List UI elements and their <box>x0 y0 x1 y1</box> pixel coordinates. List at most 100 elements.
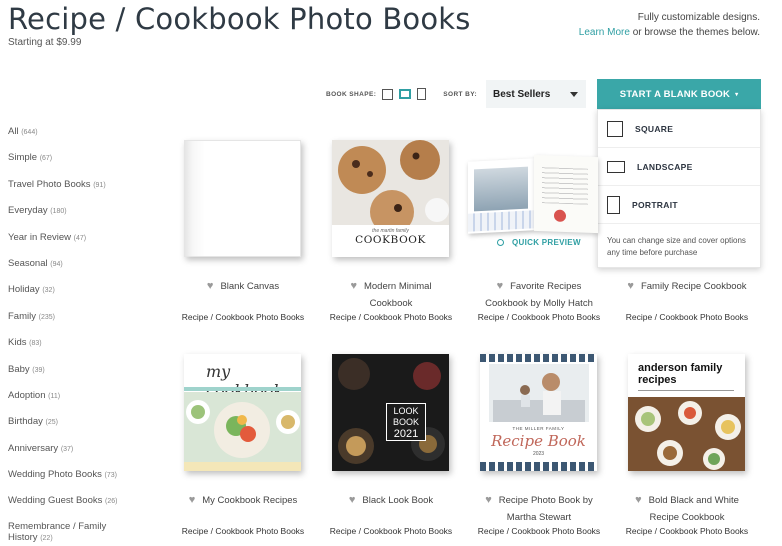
cover-text-box: LOOK BOOK 2021 <box>386 403 426 441</box>
sidebar-item-birthday[interactable]: Birthday (25) <box>8 415 148 441</box>
quick-preview-link[interactable]: QUICK PREVIEW <box>497 238 581 247</box>
cover-stripes-bottom <box>480 462 597 471</box>
start-blank-book-button[interactable]: START A BLANK BOOK ▾ <box>597 79 761 109</box>
open-book-left-page <box>468 158 534 234</box>
sidebar-item-baby[interactable]: Baby (39) <box>8 363 148 389</box>
book-title-text: My Cookbook Recipes <box>202 495 298 506</box>
learn-more-link[interactable]: Learn More <box>579 27 630 38</box>
book-title-text: Bold Black and White Recipe Cookbook <box>648 495 739 523</box>
category-count: (73) <box>104 472 117 480</box>
book-shape-dropdown: SQUARE LANDSCAPE PORTRAIT You can change… <box>597 109 761 268</box>
square-shape-icon <box>607 120 623 137</box>
right-page-lines <box>542 167 588 205</box>
portrait-shape-icon[interactable] <box>417 88 427 100</box>
cover-big-text: anderson family recipes <box>638 362 723 386</box>
book-thumb-bold-black-white[interactable]: anderson family recipes <box>628 354 745 471</box>
cover-rule <box>638 390 734 391</box>
start-blank-book-label: START A BLANK BOOK <box>619 88 731 100</box>
book-thumb-modern-minimal[interactable]: the martin family COOKBOOK <box>332 140 449 257</box>
portrait-shape-icon <box>607 195 620 214</box>
category-sidebar: All (644) Simple (67) Travel Photo Books… <box>8 125 148 546</box>
controls-bar: BOOK SHAPE: SORT BY: Best Sellers <box>326 80 586 108</box>
book-title[interactable]: ♥ Modern Minimal Cookbook <box>316 278 466 312</box>
category-count: (26) <box>105 498 118 506</box>
open-book-right-page <box>534 154 598 234</box>
sidebar-item-simple[interactable]: Simple (67) <box>8 151 148 177</box>
cover-stripe <box>184 387 301 391</box>
book-category: Recipe / Cookbook Photo Books <box>477 312 601 322</box>
heart-icon[interactable]: ♥ <box>350 278 357 295</box>
sidebar-item-seasonal[interactable]: Seasonal (94) <box>8 257 148 283</box>
book-thumb-black-look-book[interactable]: LOOK BOOK 2021 <box>332 354 449 471</box>
category-label: Kids <box>8 337 27 349</box>
sidebar-item-remembrance[interactable]: Remembrance / Family History (22) <box>8 521 118 546</box>
heart-icon[interactable]: ♥ <box>189 492 196 509</box>
promo-line-2: Learn More or browse the themes below. <box>579 25 760 40</box>
category-count: (94) <box>50 260 63 268</box>
dropdown-item-landscape[interactable]: LANDSCAPE <box>598 148 760 186</box>
book-title[interactable]: ♥ Favorite Recipes Cookbook by Molly Hatc… <box>464 278 614 312</box>
cover-bottom-band <box>184 462 301 471</box>
category-count: (25) <box>45 419 58 427</box>
dropdown-item-label: SQUARE <box>635 123 674 134</box>
book-title-text: Modern Minimal Cookbook <box>363 281 432 309</box>
book-title[interactable]: ♥ My Cookbook Recipes <box>168 492 318 509</box>
category-count: (22) <box>40 534 53 542</box>
sidebar-item-kids[interactable]: Kids (83) <box>8 336 148 362</box>
cover-big-text: COOKBOOK <box>355 234 426 246</box>
sidebar-item-family[interactable]: Family (235) <box>8 310 148 336</box>
sidebar-item-all[interactable]: All (644) <box>8 125 148 151</box>
book-title[interactable]: ♥ Family Recipe Cookbook <box>612 278 762 295</box>
dropdown-item-square[interactable]: SQUARE <box>598 110 760 148</box>
book-title[interactable]: ♥ Bold Black and White Recipe Cookbook <box>612 492 762 526</box>
heart-icon[interactable]: ♥ <box>207 278 214 295</box>
price-subtitle: Starting at $9.99 <box>8 37 82 48</box>
heart-icon[interactable]: ♥ <box>627 278 634 295</box>
sidebar-item-anniversary[interactable]: Anniversary (37) <box>8 442 148 468</box>
category-label: Seasonal <box>8 257 48 269</box>
book-thumb-blank-canvas[interactable] <box>184 140 301 257</box>
table-food-photo <box>628 397 745 471</box>
book-title[interactable]: ♥ Blank Canvas <box>168 278 318 295</box>
category-label: Holiday <box>8 284 40 296</box>
book-title[interactable]: ♥ Recipe Photo Book by Martha Stewart <box>464 492 614 526</box>
dropdown-item-label: PORTRAIT <box>632 199 678 210</box>
heart-icon[interactable]: ♥ <box>349 492 356 509</box>
left-page-pattern <box>468 210 534 232</box>
category-label: Simple <box>8 152 38 164</box>
category-count: (39) <box>32 366 45 374</box>
sidebar-item-everyday[interactable]: Everyday (180) <box>8 204 148 230</box>
cookie-photo <box>332 140 449 225</box>
sidebar-item-adoption[interactable]: Adoption (11) <box>8 389 148 415</box>
category-count: (37) <box>60 445 74 453</box>
book-thumb-favorite-recipes[interactable] <box>468 154 598 236</box>
salad-photo <box>184 392 301 462</box>
sidebar-item-year-in-review[interactable]: Year in Review (47) <box>8 231 148 257</box>
book-title-text: Blank Canvas <box>220 281 280 292</box>
heart-icon[interactable]: ♥ <box>485 492 492 509</box>
sort-select[interactable]: Best Sellers <box>486 80 586 108</box>
dropdown-note: You can change size and cover options an… <box>607 236 746 257</box>
book-title-text: Family Recipe Cookbook <box>640 281 747 292</box>
book-thumb-my-cookbook[interactable]: my cookbook <box>184 354 301 471</box>
book-title-text: Recipe Photo Book by Martha Stewart <box>498 495 593 523</box>
landscape-shape-icon[interactable] <box>399 89 412 99</box>
category-count: (11) <box>48 392 61 400</box>
sidebar-item-wedding-photo[interactable]: Wedding Photo Books (73) <box>8 468 148 494</box>
dropdown-item-portrait[interactable]: PORTRAIT <box>598 186 760 224</box>
category-count: (32) <box>42 287 55 295</box>
heart-icon[interactable]: ♥ <box>635 492 642 509</box>
chevron-down-icon <box>570 92 578 97</box>
category-count: (47) <box>73 234 87 242</box>
cover-big-text: Recipe Book <box>491 432 586 450</box>
sidebar-item-travel[interactable]: Travel Photo Books (91) <box>8 178 148 204</box>
book-title[interactable]: ♥ Black Look Book <box>316 492 466 509</box>
category-count: (644) <box>21 129 38 136</box>
book-title-text: Black Look Book <box>362 495 434 506</box>
category-label: Everyday <box>8 205 48 217</box>
square-shape-icon[interactable] <box>382 88 394 100</box>
sidebar-item-holiday[interactable]: Holiday (32) <box>8 283 148 309</box>
heart-icon[interactable]: ♥ <box>497 278 504 295</box>
book-thumb-recipe-photo-book[interactable]: THE MILLER FAMILY Recipe Book 2023 <box>480 354 597 471</box>
sidebar-item-wedding-guest[interactable]: Wedding Guest Books (26) <box>8 494 148 520</box>
